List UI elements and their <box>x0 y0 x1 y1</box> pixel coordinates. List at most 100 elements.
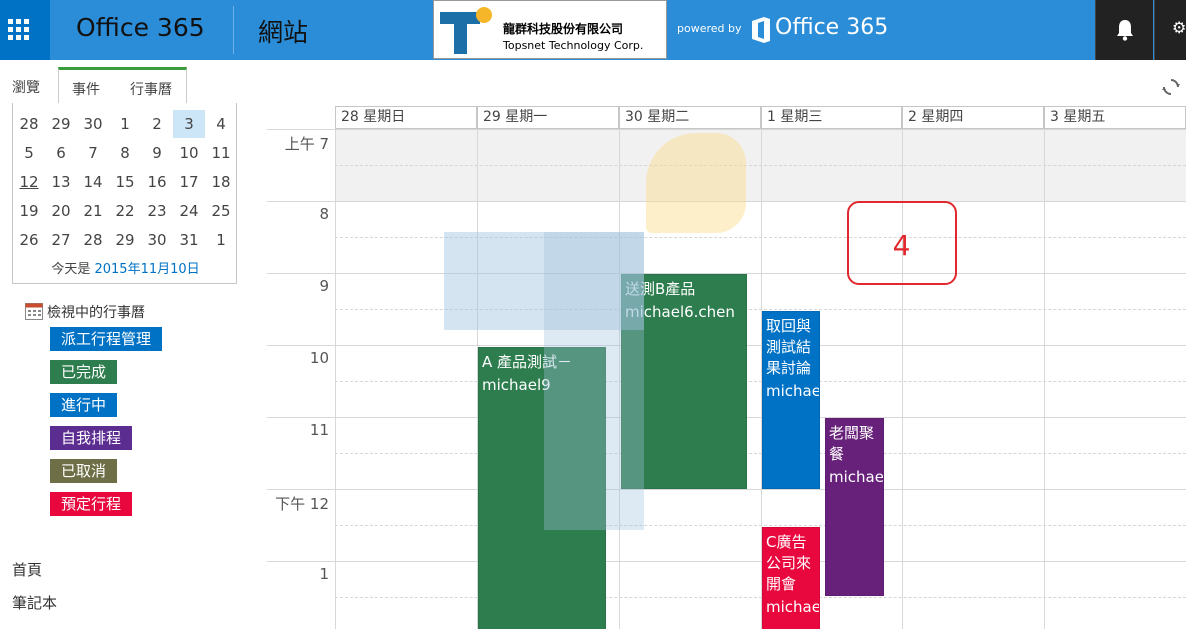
powered-office-brand: Office 365 <box>775 15 889 40</box>
datepicker-day[interactable]: 21 <box>77 197 109 225</box>
datepicker-day[interactable]: 8 <box>109 139 141 167</box>
datepicker-day[interactable]: 2 <box>141 110 173 138</box>
date-picker: 今天是 2015年11月10日 28 29 30 1 2 3 4 5 6 7 8 9 10 11 12 13 1… <box>12 103 237 284</box>
waffle-icon <box>8 19 29 40</box>
datepicker-day[interactable]: 5 <box>13 139 45 167</box>
hour-label: 下午 12 <box>275 495 329 513</box>
day-column-header[interactable]: 30 星期二 <box>619 106 761 129</box>
notifications-button[interactable] <box>1095 0 1153 60</box>
event-owner: michae <box>766 598 820 616</box>
watermark-logo-dot <box>646 133 746 233</box>
day-column-header[interactable]: 28 星期日 <box>335 106 477 129</box>
day-column-header[interactable]: 3 星期五 <box>1044 106 1186 129</box>
datepicker-day[interactable]: 3 <box>173 110 205 138</box>
datepicker-day[interactable]: 30 <box>77 110 109 138</box>
datepicker-day[interactable]: 17 <box>173 168 205 196</box>
datepicker-day[interactable]: 28 <box>77 226 109 254</box>
datepicker-day[interactable]: 10 <box>173 139 205 167</box>
company-name-cn: 龍群科技股份有限公司 <box>503 22 624 36</box>
calendar-chip[interactable]: 預定行程 <box>50 492 133 516</box>
calendar-icon <box>25 303 43 320</box>
datepicker-day[interactable]: 30 <box>141 226 173 254</box>
datepicker-day[interactable]: 29 <box>109 226 141 254</box>
powered-by-label: powered by <box>677 22 742 35</box>
datepicker-day[interactable]: 20 <box>45 197 77 225</box>
gear-icon: ⚙ <box>1172 18 1186 37</box>
event-title: 取回與測試結果討論 <box>766 317 812 377</box>
day-column-header[interactable]: 2 星期四 <box>902 106 1044 129</box>
hour-label: 9 <box>319 277 329 295</box>
annotation-callout: 4 <box>847 201 957 285</box>
watermark-logo-stem <box>544 232 644 530</box>
datepicker-day[interactable]: 4 <box>205 110 237 138</box>
nav-home[interactable]: 首頁 <box>12 559 42 580</box>
hour-line <box>267 129 1186 130</box>
today-link[interactable]: 2015年11月10日 <box>94 262 199 277</box>
calendar-chip[interactable]: 已完成 <box>50 360 118 384</box>
event-owner: michae <box>829 468 884 486</box>
datepicker-day[interactable]: 29 <box>45 110 77 138</box>
day-column-header[interactable]: 1 星期三 <box>761 106 902 129</box>
datepicker-day[interactable]: 14 <box>77 168 109 196</box>
hour-label: 1 <box>319 565 329 583</box>
datepicker-day[interactable]: 28 <box>13 110 45 138</box>
day-column-header[interactable]: 29 星期一 <box>477 106 619 129</box>
datepicker-day[interactable]: 27 <box>45 226 77 254</box>
event-title: 老闆聚餐 <box>829 424 875 463</box>
company-logo[interactable]: 龍群科技股份有限公司 Topsnet Technology Corp. <box>433 0 667 59</box>
datepicker-day[interactable]: 23 <box>141 197 173 225</box>
suite-divider <box>233 6 234 54</box>
datepicker-day[interactable]: 25 <box>205 197 237 225</box>
event-title: C廣告公司來開會 <box>766 533 812 593</box>
hour-label: 上午 7 <box>284 135 329 153</box>
datepicker-day[interactable]: 16 <box>141 168 173 196</box>
datepicker-day[interactable]: 13 <box>45 168 77 196</box>
hour-line <box>267 489 1186 490</box>
hour-label: 11 <box>309 421 329 439</box>
day-column-divider <box>335 129 336 629</box>
datepicker-day[interactable]: 22 <box>109 197 141 225</box>
tab-events[interactable]: 事件 <box>72 79 100 99</box>
bell-icon <box>1117 20 1133 41</box>
datepicker-day[interactable]: 31 <box>173 226 205 254</box>
calendar-chip[interactable]: 派工行程管理 <box>50 327 163 351</box>
hour-line <box>267 561 1186 562</box>
calendar-event[interactable]: 取回與測試結果討論 michae <box>762 311 820 489</box>
tab-calendar[interactable]: 行事曆 <box>130 79 172 99</box>
datepicker-day[interactable]: 24 <box>173 197 205 225</box>
datepicker-day[interactable]: 19 <box>13 197 45 225</box>
app-launcher-button[interactable] <box>0 0 50 60</box>
sync-icon[interactable] <box>1162 78 1180 96</box>
datepicker-day[interactable]: 7 <box>77 139 109 167</box>
site-title[interactable]: 網站 <box>258 13 308 49</box>
nav-notebook[interactable]: 筆記本 <box>12 592 57 613</box>
datepicker-day[interactable]: 15 <box>109 168 141 196</box>
today-prefix: 今天是 <box>51 262 91 277</box>
calendar-event[interactable]: 老闆聚餐 michae <box>825 418 884 596</box>
calendars-in-view-label: 檢視中的行事曆 <box>47 305 145 321</box>
datepicker-day[interactable]: 12 <box>13 168 45 196</box>
calendar-chip[interactable]: 進行中 <box>50 393 118 417</box>
calendar-event[interactable]: C廣告公司來開會 michae <box>762 527 820 629</box>
datepicker-day[interactable]: 11 <box>205 139 237 167</box>
datepicker-day[interactable]: 9 <box>141 139 173 167</box>
calendar-chip[interactable]: 已取消 <box>50 459 118 483</box>
day-column-divider <box>1044 129 1045 629</box>
topsnet-logo-icon <box>440 7 492 54</box>
datepicker-day[interactable]: 1 <box>109 110 141 138</box>
hour-label: 10 <box>309 349 329 367</box>
office365-brand[interactable]: Office 365 <box>76 13 205 42</box>
company-name-en: Topsnet Technology Corp. <box>503 39 644 52</box>
office-logo-icon <box>752 17 770 43</box>
hour-label: 8 <box>319 205 329 223</box>
settings-button[interactable]: ⚙ <box>1154 0 1186 60</box>
tab-browse[interactable]: 瀏覽 <box>12 77 40 97</box>
suite-bar: Office 365 網站 龍群科技股份有限公司 Topsnet Technol… <box>0 0 1186 60</box>
datepicker-day[interactable]: 26 <box>13 226 45 254</box>
calendars-in-view-header: 檢視中的行事曆 <box>25 302 145 322</box>
datepicker-day[interactable]: 1 <box>205 226 237 254</box>
datepicker-day[interactable]: 6 <box>45 139 77 167</box>
calendar-chip[interactable]: 自我排程 <box>50 426 133 450</box>
datepicker-day[interactable]: 18 <box>205 168 237 196</box>
annotation-number: 4 <box>892 229 911 262</box>
